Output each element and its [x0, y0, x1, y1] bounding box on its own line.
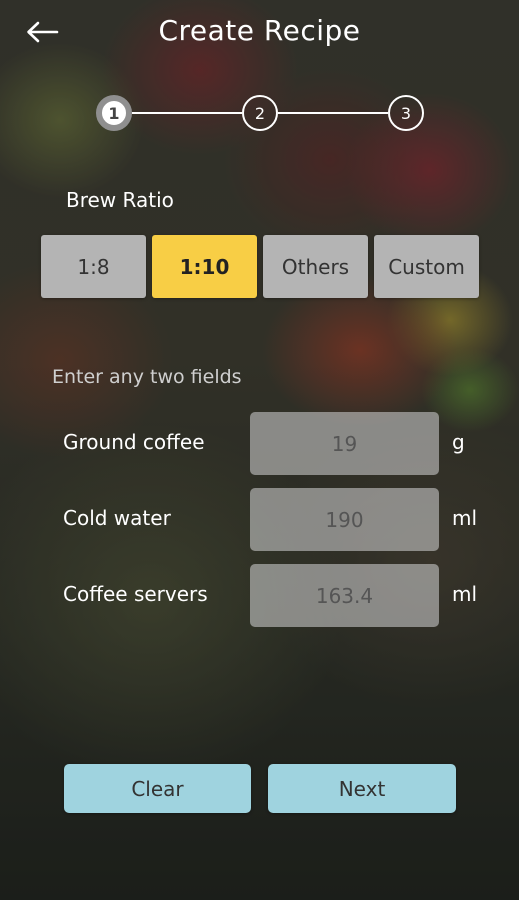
step-2: 2 — [242, 95, 278, 131]
step-3: 3 — [388, 95, 424, 131]
brew-ratio-label: Brew Ratio — [66, 188, 174, 212]
ground-coffee-label: Ground coffee — [63, 430, 205, 454]
form-hint: Enter any two fields — [52, 366, 242, 388]
top-bar: Create Recipe — [0, 0, 519, 66]
create-recipe-screen: Create Recipe 1 2 3 Brew Ratio 1:8 1:10 … — [0, 0, 519, 900]
stepper-line — [278, 112, 388, 114]
cold-water-input[interactable] — [250, 488, 439, 551]
cold-water-unit: ml — [452, 506, 478, 530]
stepper-line — [132, 112, 242, 114]
coffee-servers-row: Coffee servers ml — [0, 564, 519, 628]
cold-water-row: Cold water ml — [0, 488, 519, 552]
ratio-option-others[interactable]: Others — [263, 235, 368, 298]
coffee-servers-input[interactable] — [250, 564, 439, 627]
ratio-option-1-8[interactable]: 1:8 — [41, 235, 146, 298]
page-title: Create Recipe — [158, 14, 361, 47]
ground-coffee-unit: g — [452, 430, 465, 454]
ratio-option-1-10[interactable]: 1:10 — [152, 235, 257, 298]
ground-coffee-row: Ground coffee g — [0, 412, 519, 476]
cold-water-label: Cold water — [63, 506, 171, 530]
ground-coffee-input[interactable] — [250, 412, 439, 475]
coffee-servers-label: Coffee servers — [63, 582, 208, 606]
coffee-servers-unit: ml — [452, 582, 478, 606]
ratio-option-custom[interactable]: Custom — [374, 235, 479, 298]
clear-button[interactable]: Clear — [64, 764, 251, 813]
next-button[interactable]: Next — [268, 764, 456, 813]
step-1: 1 — [96, 95, 132, 131]
brew-ratio-options: 1:8 1:10 Others Custom — [41, 235, 481, 298]
progress-stepper: 1 2 3 — [0, 92, 519, 134]
